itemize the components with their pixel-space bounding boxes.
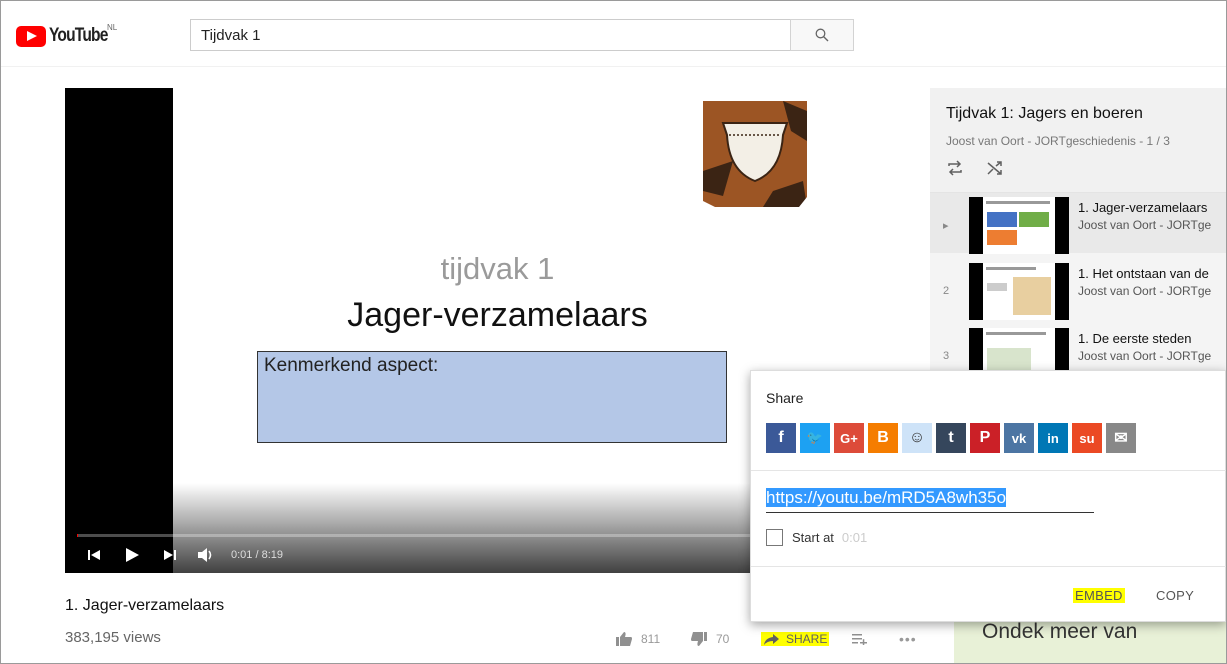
slide-title: Jager-verzamelaars (347, 296, 648, 334)
start-at-checkbox[interactable] (766, 529, 783, 546)
pottery-image (703, 101, 807, 207)
youtube-logo[interactable]: YouTube NL (16, 23, 120, 47)
previous-button[interactable] (87, 546, 101, 564)
play-button[interactable] (124, 546, 140, 564)
embed-button[interactable]: EMBED (1073, 588, 1125, 603)
video-player[interactable]: tijdvak 1 Jager-verzamelaars Kenmerkend … (65, 88, 822, 573)
youtube-play-logo-icon (16, 25, 46, 47)
playlist-panel: Tijdvak 1: Jagers en boeren Joost van Oo… (930, 88, 1226, 385)
progress-fill (77, 534, 79, 537)
time-display: 0:01 / 8:19 (231, 549, 283, 561)
add-to-playlist-button[interactable] (852, 631, 868, 647)
twitter-icon[interactable]: 🐦 (800, 423, 830, 453)
playlist-thumbnail (969, 263, 1069, 320)
playlist-item[interactable]: 2 1. Het ontstaan van de Joost van Oort … (930, 259, 1226, 320)
share-networks: f 🐦 G+ B ☺ t Pvk in su ✉ (766, 423, 1136, 453)
start-at-option[interactable]: Start at 0:01 (766, 529, 867, 546)
add-to-playlist-icon (852, 634, 867, 645)
share-url-text: https://youtu.be/mRD5A8wh35o (766, 488, 1007, 507)
share-url-field[interactable]: https://youtu.be/mRD5A8wh35o (766, 488, 1094, 513)
shuffle-icon[interactable] (986, 160, 1004, 176)
volume-button[interactable] (197, 546, 215, 564)
previous-icon (88, 550, 100, 560)
share-label: SHARE (786, 632, 828, 646)
page: YouTube NL Tijdvak 1 tijdvak 1 Jager-ver… (0, 0, 1227, 664)
slide-subtitle: tijdvak 1 (440, 251, 555, 286)
view-count: 383,195 views (65, 629, 161, 646)
dislike-count: 70 (716, 632, 730, 646)
playlist-item-title: 1. Jager-verzamelaars (1078, 200, 1208, 215)
tumblr-icon[interactable]: t (936, 423, 966, 453)
playlist-item-title: 1. Het ontstaan van de (1078, 266, 1209, 281)
next-icon (164, 550, 176, 560)
video-title: 1. Jager-verzamelaars (65, 597, 225, 614)
playlist-item-channel: Joost van Oort - JORTge (1078, 349, 1212, 363)
playlist-subtitle[interactable]: Joost van Oort - JORTgeschiedenis - 1 / … (946, 134, 1170, 148)
more-actions-button[interactable]: ••• (899, 631, 917, 647)
progress-bar[interactable] (77, 534, 810, 537)
logo-text: YouTube (49, 25, 108, 46)
playlist-thumbnail (969, 197, 1069, 254)
now-playing-indicator: ▸ (943, 220, 949, 232)
linkedin-icon[interactable]: in (1038, 423, 1068, 453)
loop-icon[interactable] (946, 160, 964, 176)
email-icon[interactable]: ✉ (1106, 423, 1136, 453)
search-input[interactable]: Tijdvak 1 (190, 19, 790, 51)
masthead: YouTube NL Tijdvak 1 (1, 1, 1226, 67)
stumbleupon-icon[interactable]: su (1072, 423, 1102, 453)
blogger-icon[interactable]: B (868, 423, 898, 453)
search-icon (815, 28, 829, 42)
search-button[interactable] (790, 19, 854, 51)
next-button[interactable] (163, 546, 177, 564)
playlist-item-index: 3 (943, 350, 950, 362)
like-count: 811 (641, 632, 661, 646)
dislike-button[interactable]: 70 (690, 631, 729, 647)
share-arrow-icon (764, 633, 779, 645)
region-label: NL (107, 23, 118, 32)
controls-gradient (65, 483, 822, 573)
slide-textbox: Kenmerkend aspect: (257, 351, 727, 443)
vk-icon[interactable]: vk (1004, 423, 1034, 453)
start-at-label: Start at (792, 530, 834, 545)
playlist-item-channel: Joost van Oort - JORTge (1078, 218, 1212, 232)
playlist-item[interactable]: ▸ 1. Jager-verzamelaars Joost van Oort -… (930, 193, 1226, 254)
divider (751, 470, 1226, 471)
playlist-item-index: 2 (943, 285, 950, 297)
promo-banner[interactable]: Ondek meer van (954, 615, 1226, 663)
play-icon (126, 548, 139, 562)
reddit-icon[interactable]: ☺ (902, 423, 932, 453)
playlist-item-title: 1. De eerste steden (1078, 331, 1192, 346)
playlist-list: ▸ 1. Jager-verzamelaars Joost van Oort -… (930, 192, 1226, 385)
volume-icon (198, 548, 212, 562)
thumbs-down-icon (691, 632, 707, 646)
share-heading: Share (766, 390, 804, 406)
more-icon: ••• (899, 631, 917, 647)
divider (751, 566, 1226, 567)
search-input-value: Tijdvak 1 (201, 26, 261, 44)
share-button[interactable]: SHARE (761, 631, 830, 647)
start-at-time: 0:01 (841, 530, 868, 545)
playlist-title[interactable]: Tijdvak 1: Jagers en boeren (946, 105, 1143, 123)
thumbs-up-icon (616, 632, 632, 646)
promo-text: Ondek meer van (982, 620, 1138, 643)
facebook-icon[interactable]: f (766, 423, 796, 453)
playlist-controls (946, 160, 1004, 176)
share-dialog: Share f 🐦 G+ B ☺ t Pvk in su ✉ https://youtu.be/m… (750, 370, 1226, 622)
copy-button[interactable]: COPY (1156, 588, 1194, 603)
pinterest-icon[interactable]: P (970, 423, 1000, 453)
google-plus-icon[interactable]: G+ (834, 423, 864, 453)
playlist-item-channel: Joost van Oort - JORTge (1078, 284, 1212, 298)
like-button[interactable]: 811 (615, 631, 660, 647)
